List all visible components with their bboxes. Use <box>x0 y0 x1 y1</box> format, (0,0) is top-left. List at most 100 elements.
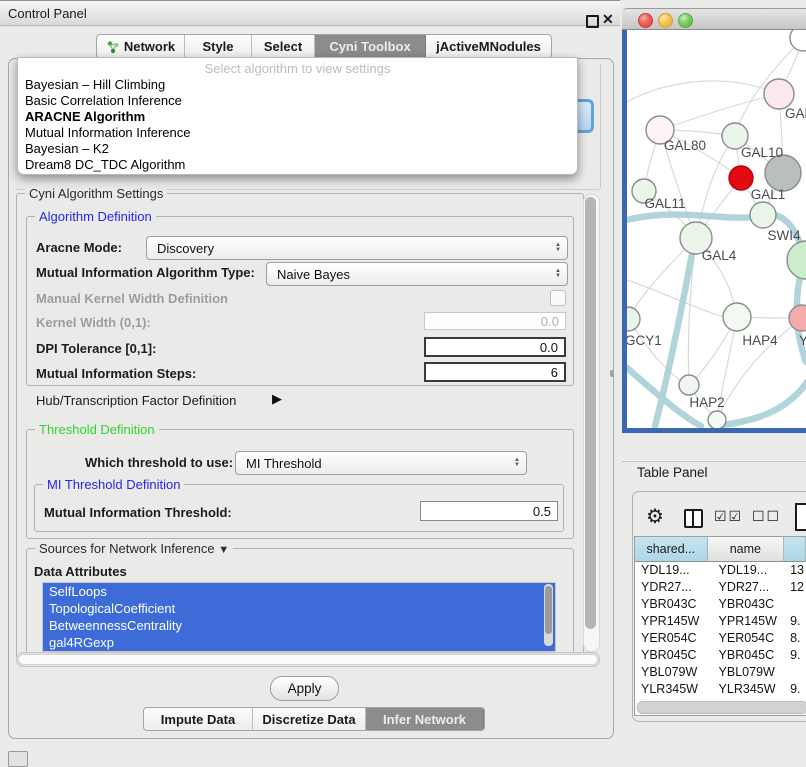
splitter-handle[interactable] <box>610 370 614 377</box>
table-row[interactable]: YBL079WYBL079W <box>635 664 806 681</box>
dpi-tolerance-label: DPI Tolerance [0,1]: <box>36 341 156 356</box>
gear-icon[interactable]: ⚙ <box>646 504 664 529</box>
dpi-tolerance-field[interactable]: 0.0 <box>424 337 566 357</box>
minimized-panel-icon[interactable] <box>8 751 28 767</box>
svg-text:Y: Y <box>799 333 806 348</box>
tab-select[interactable]: Select <box>252 35 315 58</box>
settings-group-title: Cyni Algorithm Settings <box>25 186 167 201</box>
hub-expand-arrow-icon[interactable]: ▶ <box>272 391 282 407</box>
table-hscrollbar-thumb[interactable] <box>637 701 806 714</box>
column-header-partial[interactable] <box>784 537 806 562</box>
sources-group-title: Sources for Network Inference ▼ <box>35 541 233 556</box>
manual-kernel-checkbox[interactable] <box>550 290 566 306</box>
svg-text:GAL1: GAL1 <box>751 187 786 202</box>
table-row[interactable]: YDR27...YDR27...12 <box>635 579 806 596</box>
close-traffic-light[interactable] <box>638 13 653 28</box>
attribute-item[interactable]: gal4RGexp <box>43 634 555 651</box>
aracne-mode-select[interactable]: Discovery ▲▼ <box>146 236 568 260</box>
table-row[interactable]: YBR045CYBR045C9. <box>635 647 806 664</box>
sources-collapse-arrow-icon[interactable]: ▼ <box>218 544 229 556</box>
svg-text:HAP2: HAP2 <box>689 395 724 410</box>
deselect-all-checkboxes-icon[interactable]: ☐☐ <box>752 508 781 525</box>
svg-text:GAL10: GAL10 <box>741 145 783 160</box>
algorithm-definition-title: Algorithm Definition <box>35 209 156 224</box>
algorithm-option[interactable]: Basic Correlation Inference <box>18 93 577 109</box>
attribute-item[interactable]: SelfLoops <box>43 583 555 600</box>
zoom-traffic-light[interactable] <box>678 13 693 28</box>
algorithm-option[interactable]: Bayesian – Hill Climbing <box>18 77 577 93</box>
node-swi4[interactable] <box>787 241 806 279</box>
mi-threshold-definition-title: MI Threshold Definition <box>43 477 184 492</box>
table-row[interactable]: YER054CYER054C8. <box>635 630 806 647</box>
mi-threshold-field[interactable]: 0.5 <box>420 501 558 521</box>
node[interactable] <box>708 411 726 428</box>
tab-jactivemnodules[interactable]: jActiveMNodules <box>426 35 551 58</box>
node-hap2[interactable] <box>679 375 699 395</box>
select-all-checkboxes-icon[interactable]: ☑☑ <box>714 508 743 525</box>
node-table: shared... name YDL19...YDL19...13 YDR27.… <box>634 536 806 716</box>
bottom-tabbar: Impute Data Discretize Data Infer Networ… <box>143 707 485 731</box>
aracne-mode-label: Aracne Mode: <box>36 240 122 255</box>
attribute-item[interactable]: BetweennessCentrality <box>43 617 555 634</box>
close-icon[interactable]: ✕ <box>602 11 614 28</box>
algorithm-option[interactable]: Dream8 DC_TDC Algorithm <box>18 157 577 173</box>
tab-network[interactable]: Network <box>97 35 185 58</box>
svg-text:SWI4: SWI4 <box>767 228 800 243</box>
network-tab-icon <box>106 40 120 54</box>
table-row[interactable]: YPR145WYPR145W9. <box>635 613 806 630</box>
svg-text:GAL: GAL <box>785 106 806 121</box>
hidden-groupbox-edge <box>600 64 601 188</box>
node-gal1[interactable] <box>750 202 776 228</box>
minimize-traffic-light[interactable] <box>658 13 673 28</box>
algorithm-option[interactable]: Bayesian – K2 <box>18 141 577 157</box>
attribute-list-scrollbar-thumb[interactable] <box>545 586 552 634</box>
table-row[interactable]: YDL19...YDL19...13 <box>635 562 806 579</box>
tab-discretize-data[interactable]: Discretize Data <box>253 708 366 730</box>
mi-steps-label: Mutual Information Steps: <box>36 366 196 381</box>
column-header-shared-name[interactable]: shared... <box>635 537 708 562</box>
split-columns-icon[interactable] <box>684 509 703 528</box>
tab-impute-data[interactable]: Impute Data <box>144 708 253 730</box>
data-attributes-label: Data Attributes <box>34 564 127 579</box>
tab-network-label: Network <box>124 39 175 54</box>
table-panel-divider <box>622 461 806 462</box>
control-panel-titlebar[interactable]: Control Panel <box>0 0 620 26</box>
network-graph: GAL GAL80 GAL10 GAL1 SWI4 GAL11 GAL4 GCY… <box>627 30 806 428</box>
tab-style[interactable]: Style <box>185 35 252 58</box>
kernel-width-label: Kernel Width (0,1): <box>36 315 151 330</box>
node-selected[interactable] <box>729 166 753 190</box>
apply-button[interactable]: Apply <box>270 676 339 701</box>
document-icon[interactable] <box>795 503 806 531</box>
tab-cyni-toolbox[interactable]: Cyni Toolbox <box>315 35 426 58</box>
algorithm-option[interactable]: Mutual Information Inference <box>18 125 577 141</box>
float-window-icon[interactable] <box>586 15 599 28</box>
which-threshold-select[interactable]: MI Threshold ▲▼ <box>235 451 527 475</box>
node-hap4[interactable] <box>723 303 751 331</box>
stepper-icon: ▲▼ <box>549 269 567 279</box>
attribute-item[interactable]: TopologicalCoefficient <box>43 600 555 617</box>
settings-hscrollbar-thumb[interactable] <box>18 654 598 665</box>
threshold-definition-title: Threshold Definition <box>35 422 159 437</box>
algorithm-placeholder: Select algorithm to view settings <box>18 60 577 77</box>
control-panel-tabbar: Network Style Select Cyni Toolbox jActiv… <box>96 34 552 59</box>
mi-type-label: Mutual Information Algorithm Type: <box>36 265 255 280</box>
tab-infer-network[interactable]: Infer Network <box>366 708 484 730</box>
mi-steps-field[interactable]: 6 <box>424 362 566 382</box>
network-window-titlebar[interactable] <box>622 8 806 30</box>
table-row[interactable]: YBR043CYBR043C <box>635 596 806 613</box>
node[interactable] <box>764 79 794 109</box>
mi-type-select[interactable]: Naive Bayes ▲▼ <box>266 262 568 286</box>
network-canvas[interactable]: GAL GAL80 GAL10 GAL1 SWI4 GAL11 GAL4 GCY… <box>627 30 806 428</box>
algorithm-option-selected[interactable]: ARACNE Algorithm <box>18 109 577 125</box>
settings-scrollbar-thumb[interactable] <box>585 197 596 629</box>
kernel-width-field[interactable]: 0.0 <box>424 312 566 330</box>
node[interactable] <box>765 155 801 191</box>
table-row[interactable]: YLR345WYLR345W9. <box>635 681 806 698</box>
which-threshold-label: Which threshold to use: <box>85 455 233 470</box>
node-gcy1[interactable] <box>627 307 640 331</box>
node[interactable] <box>790 30 806 51</box>
column-header-name[interactable]: name <box>708 537 785 562</box>
table-panel-title: Table Panel <box>637 465 708 480</box>
data-attributes-list: SelfLoops TopologicalCoefficient Between… <box>42 582 556 652</box>
settings-hscrollbar[interactable] <box>16 652 600 667</box>
